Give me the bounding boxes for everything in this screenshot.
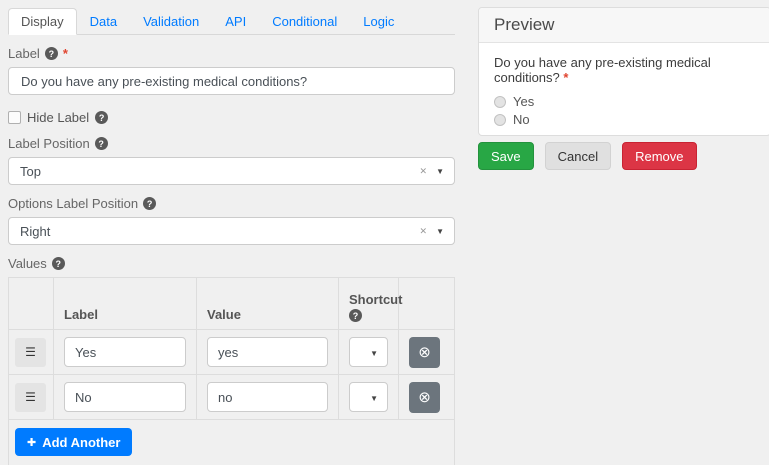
radio-button-icon[interactable] [494, 114, 506, 126]
options-label-position-label-text: Options Label Position [8, 196, 138, 211]
row-value-input[interactable] [207, 337, 328, 367]
help-icon[interactable]: ? [95, 137, 108, 150]
drag-column-header [9, 278, 54, 329]
remove-row-button[interactable]: ⊗ [409, 337, 440, 368]
required-asterisk: * [63, 46, 68, 61]
label-field-label: Label ? * [8, 46, 455, 61]
label-column-header: Label [54, 278, 197, 329]
value-cell [197, 375, 339, 419]
help-icon[interactable]: ? [52, 257, 65, 270]
help-icon[interactable]: ? [95, 111, 108, 124]
actions-column-header [399, 278, 454, 329]
plus-icon: ✚ [27, 436, 36, 449]
row-label-input[interactable] [64, 382, 186, 412]
radio-button-icon[interactable] [494, 96, 506, 108]
tab-display[interactable]: Display [8, 8, 77, 35]
label-field-label-text: Label [8, 46, 40, 61]
radio-option-no: No [494, 112, 755, 127]
preview-body: Do you have any pre-existing medical con… [479, 43, 769, 135]
label-position-select[interactable]: Top ✕ ▼ [8, 157, 455, 185]
row-value-input[interactable] [207, 382, 328, 412]
radio-option-yes: Yes [494, 94, 755, 109]
row-actions-cell: ⊗ [399, 375, 454, 419]
options-label-position-label: Options Label Position ? [8, 196, 455, 211]
label-position-label: Label Position ? [8, 136, 455, 151]
preview-question-text: Do you have any pre-existing medical con… [494, 55, 711, 85]
drag-handle-icon[interactable]: ☰ [15, 338, 46, 367]
options-label-position-select[interactable]: Right ✕ ▼ [8, 217, 455, 245]
settings-tab-bar: Display Data Validation API Conditional … [8, 8, 455, 35]
hide-label-row: Hide Label ? [8, 110, 455, 125]
required-asterisk: * [563, 70, 568, 85]
preview-title: Preview [479, 8, 769, 43]
shortcut-select[interactable]: ▼ [349, 382, 388, 412]
preview-question: Do you have any pre-existing medical con… [494, 55, 755, 85]
caret-down-icon: ▼ [370, 349, 378, 358]
label-cell [54, 375, 197, 419]
cancel-button[interactable]: Cancel [545, 142, 611, 170]
drag-handle-icon[interactable]: ☰ [15, 383, 46, 412]
values-table-footer: ✚ Add Another [9, 420, 454, 465]
add-another-button[interactable]: ✚ Add Another [15, 428, 132, 456]
add-another-label: Add Another [42, 435, 120, 450]
value-column-header: Value [197, 278, 339, 329]
table-row: ☰ ▼ ⊗ [9, 330, 454, 375]
tab-validation[interactable]: Validation [130, 8, 212, 35]
clear-selection-icon[interactable]: ✕ [419, 166, 427, 177]
tab-api[interactable]: API [212, 8, 259, 35]
shortcut-column-header: Shortcut ? [339, 278, 399, 329]
values-table-header: Label Value Shortcut ? [9, 278, 454, 330]
help-icon[interactable]: ? [349, 309, 362, 322]
remove-circle-icon: ⊗ [418, 343, 431, 361]
values-label-text: Values [8, 256, 47, 271]
action-button-row: Save Cancel Remove [478, 142, 697, 170]
remove-button[interactable]: Remove [622, 142, 696, 170]
caret-down-icon[interactable]: ▼ [436, 227, 444, 236]
label-input[interactable] [8, 67, 455, 95]
help-icon[interactable]: ? [45, 47, 58, 60]
caret-down-icon: ▼ [370, 394, 378, 403]
radio-option-label: No [513, 112, 530, 127]
shortcut-select[interactable]: ▼ [349, 337, 388, 367]
help-icon[interactable]: ? [143, 197, 156, 210]
save-button[interactable]: Save [478, 142, 534, 170]
tab-conditional[interactable]: Conditional [259, 8, 350, 35]
tab-logic[interactable]: Logic [350, 8, 407, 35]
table-row: ☰ ▼ ⊗ [9, 375, 454, 420]
component-settings-panel: Display Data Validation API Conditional … [8, 8, 455, 465]
preview-radio-group: Yes No [494, 94, 755, 127]
hide-label-checkbox[interactable] [8, 111, 21, 124]
options-label-position-value: Right [20, 224, 50, 239]
hide-label-text: Hide Label [27, 110, 89, 125]
drag-cell: ☰ [9, 330, 54, 374]
preview-panel: Preview Do you have any pre-existing med… [478, 7, 769, 136]
tab-data[interactable]: Data [77, 8, 130, 35]
remove-row-button[interactable]: ⊗ [409, 382, 440, 413]
shortcut-column-header-text: Shortcut [349, 292, 402, 307]
value-cell [197, 330, 339, 374]
values-table: Label Value Shortcut ? ☰ ▼ [8, 277, 455, 465]
label-position-label-text: Label Position [8, 136, 90, 151]
radio-option-label: Yes [513, 94, 534, 109]
clear-selection-icon[interactable]: ✕ [419, 226, 427, 237]
remove-circle-icon: ⊗ [418, 388, 431, 406]
label-cell [54, 330, 197, 374]
drag-cell: ☰ [9, 375, 54, 419]
values-label: Values ? [8, 256, 455, 271]
label-position-value: Top [20, 164, 41, 179]
caret-down-icon[interactable]: ▼ [436, 167, 444, 176]
shortcut-cell: ▼ [339, 330, 399, 374]
row-actions-cell: ⊗ [399, 330, 454, 374]
shortcut-cell: ▼ [339, 375, 399, 419]
row-label-input[interactable] [64, 337, 186, 367]
